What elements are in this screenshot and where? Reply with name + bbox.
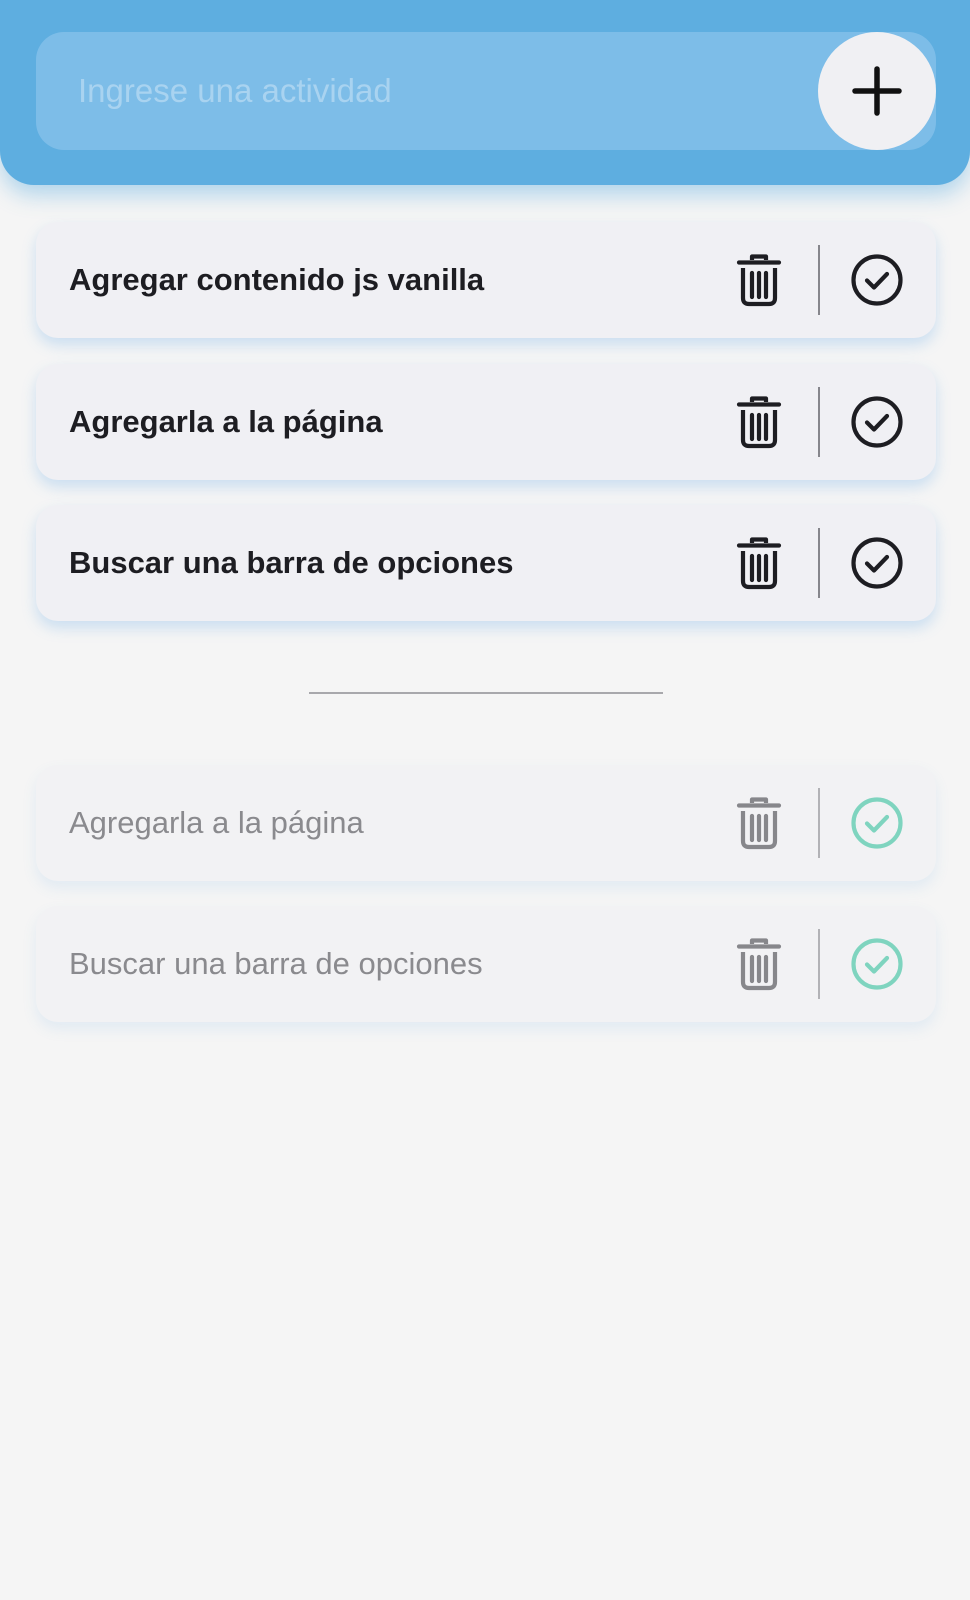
completed-toggle-button[interactable] (843, 930, 911, 998)
task-label: Agregarla a la página (69, 805, 364, 840)
complete-task-button[interactable] (843, 529, 911, 597)
action-divider (818, 929, 820, 999)
delete-task-button[interactable] (725, 529, 793, 597)
task-item-pending: Agregar contenido js vanilla (36, 222, 936, 338)
task-input-container (36, 32, 936, 150)
completed-toggle-button[interactable] (843, 789, 911, 857)
check-circle-icon (850, 395, 904, 449)
action-divider (818, 528, 820, 598)
complete-task-button[interactable] (843, 388, 911, 456)
task-item-pending: Buscar una barra de opciones (36, 505, 936, 621)
delete-task-button[interactable] (725, 789, 793, 857)
trash-icon (736, 395, 782, 449)
delete-task-button[interactable] (725, 246, 793, 314)
check-circle-icon (850, 796, 904, 850)
trash-icon (736, 796, 782, 850)
task-item-completed: Agregarla a la página (36, 765, 936, 881)
add-task-button[interactable] (818, 32, 936, 150)
check-circle-icon (850, 937, 904, 991)
action-divider (818, 387, 820, 457)
action-divider (818, 245, 820, 315)
task-label: Buscar una barra de opciones (69, 946, 483, 981)
task-label: Agregar contenido js vanilla (69, 262, 485, 297)
task-label: Agregarla a la página (69, 404, 383, 439)
delete-task-button[interactable] (725, 930, 793, 998)
plus-icon (851, 65, 903, 117)
check-circle-icon (850, 536, 904, 590)
task-item-completed: Buscar una barra de opciones (36, 906, 936, 1022)
task-item-pending: Agregarla a la página (36, 364, 936, 480)
delete-task-button[interactable] (725, 388, 793, 456)
section-divider (309, 692, 663, 694)
trash-icon (736, 536, 782, 590)
trash-icon (736, 937, 782, 991)
header-bar (0, 0, 970, 185)
check-circle-icon (850, 253, 904, 307)
task-input[interactable] (36, 32, 816, 150)
complete-task-button[interactable] (843, 246, 911, 314)
action-divider (818, 788, 820, 858)
trash-icon (736, 253, 782, 307)
task-label: Buscar una barra de opciones (69, 545, 514, 580)
